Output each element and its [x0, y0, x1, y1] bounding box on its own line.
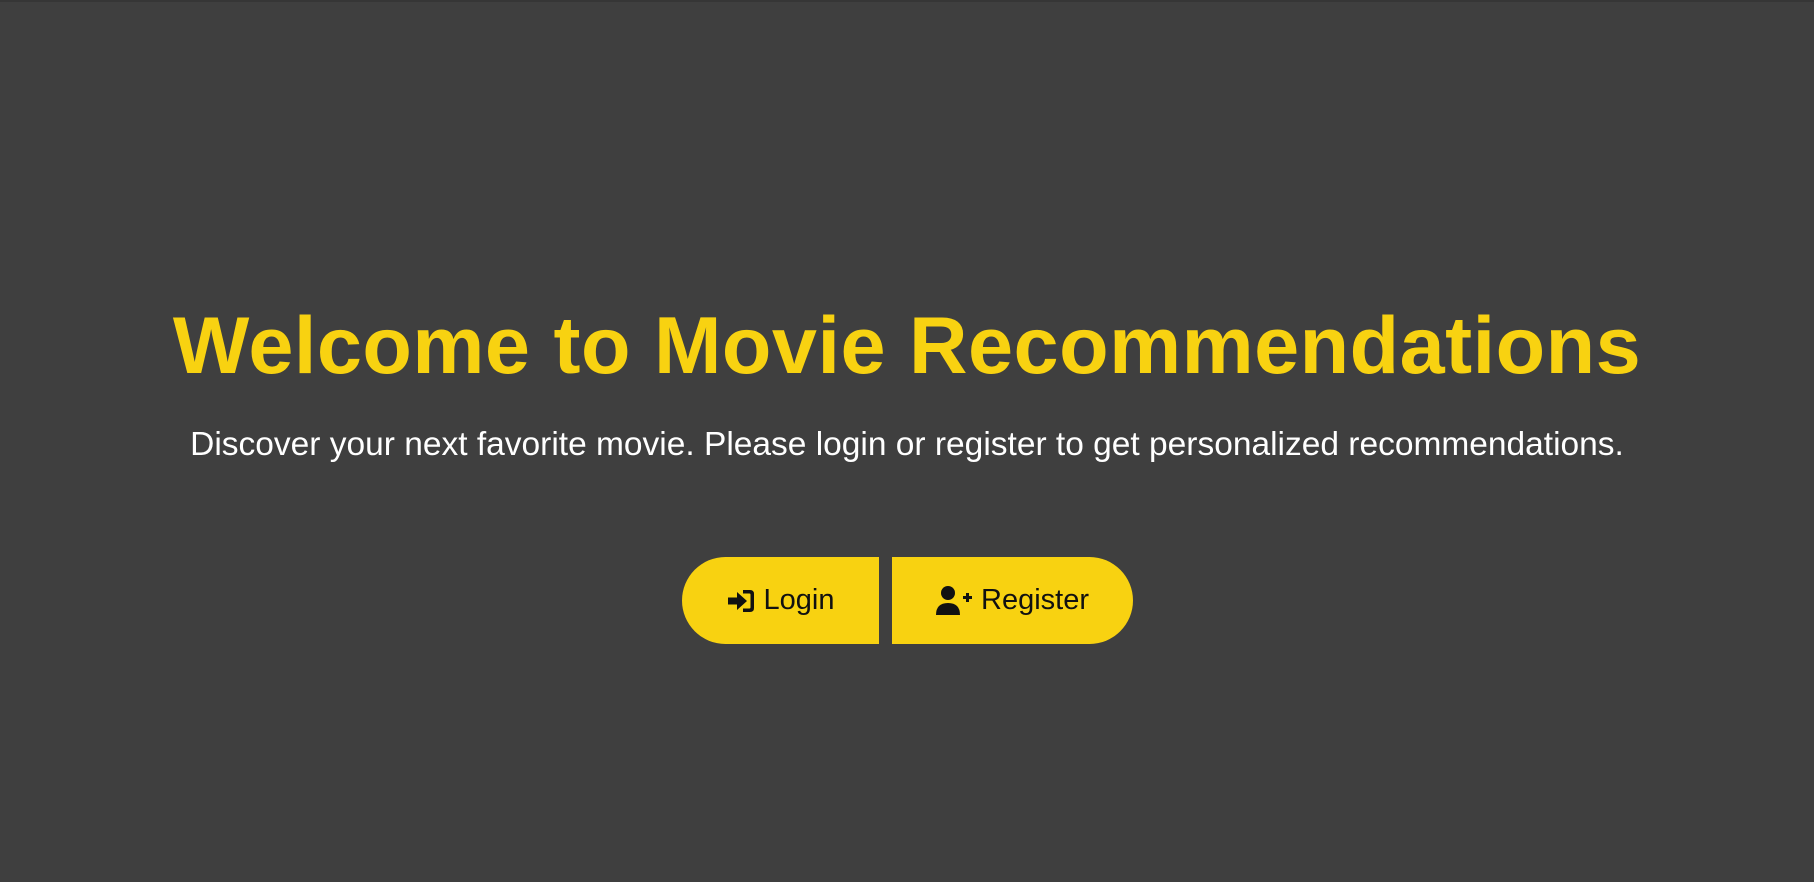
login-button[interactable]: Login	[681, 557, 879, 644]
user-plus-icon	[935, 585, 973, 617]
landing-page: Welcome to Movie Recommendations Discove…	[0, 0, 1814, 882]
hero-section: Welcome to Movie Recommendations Discove…	[0, 298, 1814, 465]
page-subtitle: Discover your next favorite movie. Pleas…	[190, 426, 1624, 463]
page-title: Welcome to Movie Recommendations	[172, 301, 1642, 391]
register-button-label: Register	[981, 584, 1089, 616]
login-button-label: Login	[763, 584, 835, 616]
auth-actions: Login Register	[0, 557, 1814, 644]
register-button[interactable]: Register	[891, 557, 1133, 644]
sign-in-icon	[726, 588, 756, 614]
